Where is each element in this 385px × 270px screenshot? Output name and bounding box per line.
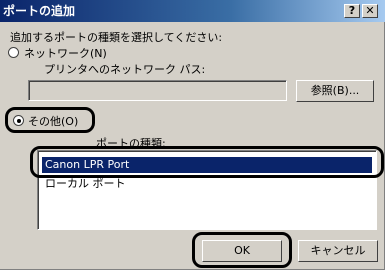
close-button[interactable]: ✕	[362, 4, 378, 18]
help-button[interactable]: ?	[344, 4, 360, 18]
cancel-button[interactable]: キャンセル	[298, 240, 378, 262]
title-bar[interactable]: ポートの追加 ? ✕	[0, 0, 385, 22]
other-radio-label[interactable]: その他(O)	[28, 113, 78, 129]
radio-selected-dot	[17, 119, 21, 123]
prompt-label: 追加するポートの種類を選択してください:	[10, 31, 223, 44]
port-type-list[interactable]: Canon LPR Port ローカル ポート	[37, 150, 377, 230]
port-list-item-canon-lpr[interactable]: Canon LPR Port	[42, 157, 372, 173]
port-list-item-local[interactable]: ローカル ポート	[42, 176, 372, 192]
other-radio[interactable]	[13, 115, 24, 126]
port-type-label: ポートの種類:	[96, 137, 166, 150]
ok-button[interactable]: OK	[202, 240, 282, 262]
add-port-dialog: ポートの追加 ? ✕ 追加するポートの種類を選択してください: ネットワーク(N…	[0, 0, 385, 270]
network-radio-label[interactable]: ネットワーク(N)	[24, 45, 107, 61]
network-path-input[interactable]	[28, 80, 287, 101]
dialog-title: ポートの追加	[3, 4, 76, 18]
network-radio[interactable]	[8, 47, 19, 58]
network-path-label: プリンタへのネットワーク パス:	[44, 63, 206, 76]
browse-button[interactable]: 参照(B)...	[296, 80, 374, 102]
